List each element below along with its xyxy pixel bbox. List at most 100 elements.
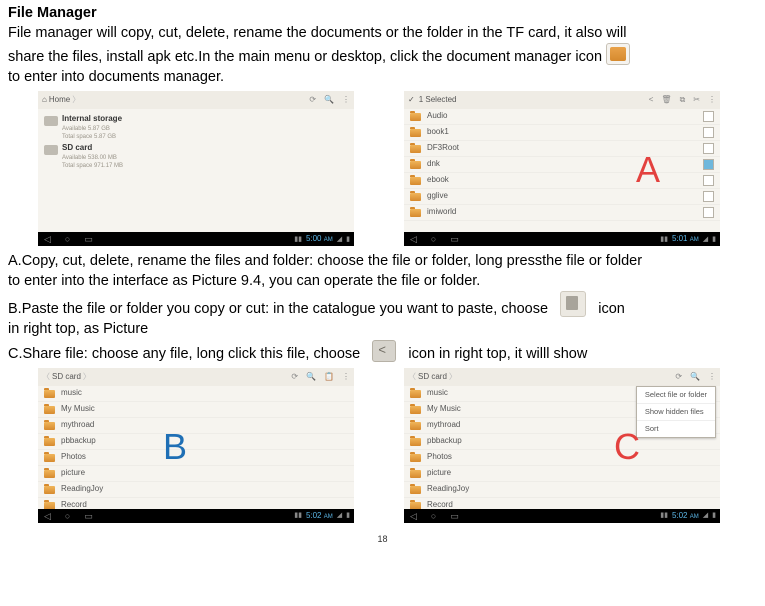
intro-line-2-wrap: share the files, install apk etc.In the … [8,43,757,68]
checkbox[interactable] [703,143,714,154]
intro-line-2a: share the files, install apk etc.In the … [8,49,602,65]
back-nav-icon[interactable]: ◁ [44,233,51,245]
folder-icon [44,422,55,430]
checkbox[interactable] [703,175,714,186]
search-icon[interactable]: 🔍 [324,95,334,106]
clock: 5:00 AM [306,234,333,245]
share-icon[interactable]: < [649,95,654,106]
list-item[interactable]: picture [38,466,354,482]
folder-label: Record [427,500,453,509]
folder-icon [44,502,55,510]
overflow-icon[interactable]: ⋮ [342,95,350,106]
list-item[interactable]: ReadingJoy [38,482,354,498]
back-nav-icon[interactable]: ◁ [44,510,51,522]
selected-label: 1 Selected [419,95,457,106]
list-item[interactable]: gglive [404,189,720,205]
folder-icon [410,161,421,169]
home-nav-icon[interactable]: ○ [431,233,436,245]
clock-ampm: AM [324,237,333,243]
folder-label: Photos [427,452,452,463]
list-item[interactable]: imiworld [404,205,720,221]
overflow-icon[interactable]: ⋮ [708,95,716,106]
refresh-icon[interactable]: ⟳ [675,372,682,383]
folder-label: DF3Root [427,143,459,154]
screenshots-row-1: ⌂ Home 〉 ⟳ 🔍 ⋮ Internal storage Availabl… [38,91,757,246]
clock-ampm: AM [324,514,333,520]
intro-line-1: File manager will copy, cut, delete, ren… [8,24,757,44]
refresh-icon[interactable]: ⟳ [309,95,316,106]
list-item[interactable]: ReadingJoy [404,482,720,498]
section-b-3: in right top, as Picture [8,320,757,340]
refresh-icon[interactable]: ⟳ [291,372,298,383]
storage-item[interactable]: Internal storage Available 5.87 GB Total… [38,113,354,142]
storage-item[interactable]: SD card Available 538.00 MB Total space … [38,142,354,171]
clock: 5:02 AM [306,511,333,522]
folder-icon [410,406,421,414]
signal-icon: ▮▮ [294,235,302,244]
context-menu: Select file or folder Show hidden files … [636,386,716,438]
body: musicMy MusicmythroadpbbackupPhotospictu… [38,386,354,509]
recent-nav-icon[interactable]: ▭ [84,233,93,245]
label-b: B [163,423,187,472]
copy-icon[interactable]: ⧉ [680,95,686,106]
checkbox[interactable] [703,159,714,170]
file-manager-icon [606,43,630,65]
home-nav-icon[interactable]: ○ [431,510,436,522]
menu-item[interactable]: Select file or folder [637,387,715,404]
list-item[interactable]: My Music [38,402,354,418]
folder-label: mythroad [427,420,460,431]
folder-icon [410,502,421,510]
list-item[interactable]: Photos [38,450,354,466]
paste-icon[interactable]: 📋 [324,372,334,383]
section-b-1: B.Paste the file or folder you copy or c… [8,301,548,317]
back-nav-icon[interactable]: ◁ [410,233,417,245]
list-item[interactable]: Record [404,498,720,509]
sdcard-icon [44,145,58,155]
body: Audiobook1 DF3Root dnk ebookggliveimiworld [404,109,720,232]
list-item[interactable]: DF3Root [404,141,720,157]
overflow-icon[interactable]: ⋮ [342,372,350,383]
checkbox[interactable] [703,191,714,202]
list-item[interactable]: ebook [404,173,720,189]
done-icon[interactable]: ✓ [408,95,415,106]
checkbox[interactable] [703,111,714,122]
home-nav-icon[interactable]: ○ [65,510,70,522]
list-item[interactable]: Audio [404,109,720,125]
folder-icon [410,390,421,398]
topbar: ✓ 1 Selected < 🗑 ⧉ ✂ ⋮ [404,91,720,109]
clock-ampm: AM [690,514,699,520]
folder-icon [410,177,421,185]
delete-icon[interactable]: 🗑 [661,95,671,106]
list-item[interactable]: Record [38,498,354,509]
list-item[interactable]: dnk [404,157,720,173]
storage-sub2: Total space 971.17 MB [62,162,123,170]
checkbox[interactable] [703,207,714,218]
checkbox[interactable] [703,127,714,138]
screenshot-home: ⌂ Home 〉 ⟳ 🔍 ⋮ Internal storage Availabl… [38,91,354,246]
folder-icon [44,454,55,462]
home-nav-icon[interactable]: ○ [65,233,70,245]
breadcrumb: 〈 SD card 〉 [42,372,91,383]
statusbar: ◁ ○ ▭ ▮▮ 5:00 AM ◢ ▮ [38,232,354,246]
recent-nav-icon[interactable]: ▭ [450,510,459,522]
list-item[interactable]: pbbackup [38,434,354,450]
menu-item[interactable]: Show hidden files [637,404,715,421]
overflow-icon[interactable]: ⋮ [708,372,716,383]
recent-nav-icon[interactable]: ▭ [450,233,459,245]
cut-icon[interactable]: ✂ [693,95,700,106]
list-item[interactable]: music [38,386,354,402]
search-icon[interactable]: 🔍 [306,372,316,383]
list-item[interactable]: picture [404,466,720,482]
back-nav-icon[interactable]: ◁ [410,510,417,522]
recent-nav-icon[interactable]: ▭ [84,510,93,522]
folder-icon [410,438,421,446]
folder-icon [410,113,421,121]
list-item[interactable]: mythroad [38,418,354,434]
list-item[interactable]: book1 [404,125,720,141]
folder-label: dnk [427,159,440,170]
list-item[interactable]: Photos [404,450,720,466]
breadcrumb: ⌂ Home 〉 [42,95,80,106]
folder-icon [410,422,421,430]
menu-item[interactable]: Sort [637,421,715,437]
search-icon[interactable]: 🔍 [690,372,700,383]
